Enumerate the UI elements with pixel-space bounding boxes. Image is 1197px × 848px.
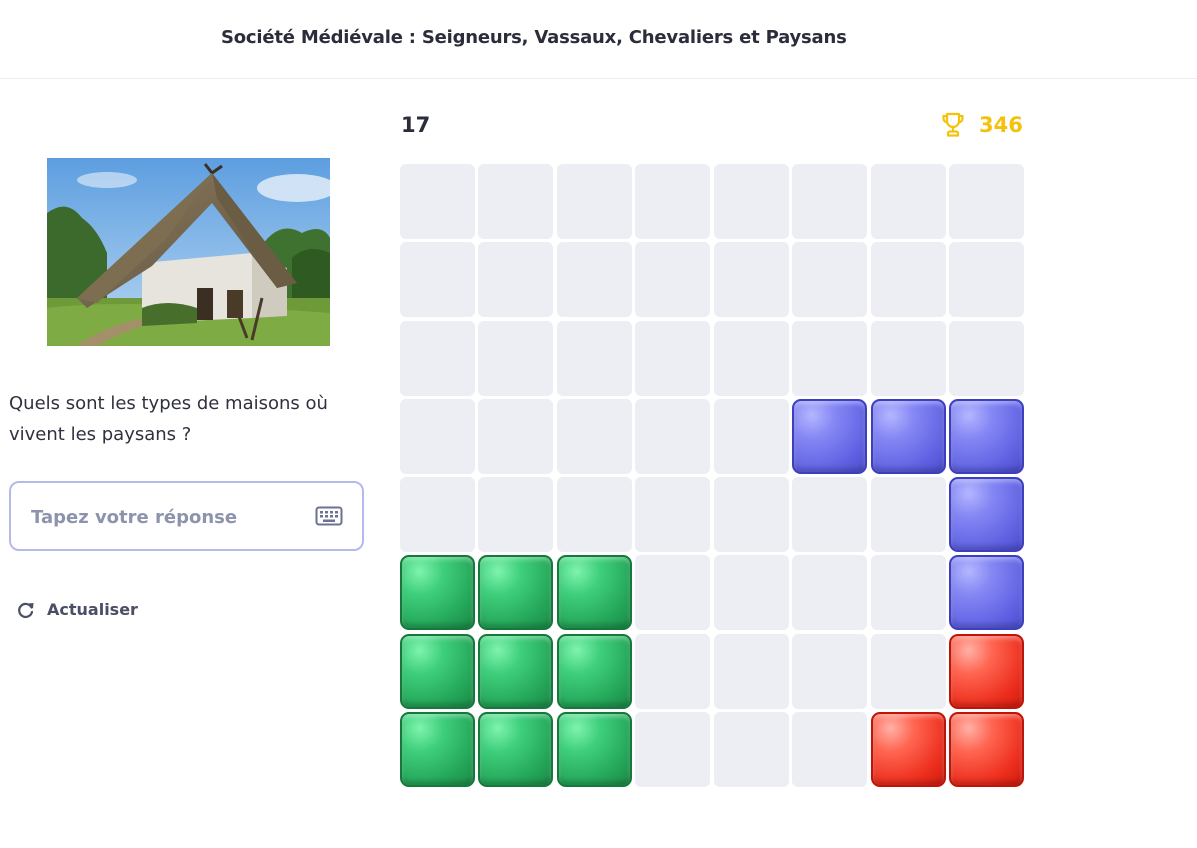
board-block-green[interactable] (400, 555, 475, 631)
page-title: Société Médiévale : Seigneurs, Vassaux, … (221, 27, 847, 48)
board-block-blue[interactable] (948, 398, 1024, 474)
keyboard-icon[interactable] (315, 505, 343, 527)
refresh-button[interactable]: Actualiser (17, 600, 138, 619)
board-cell-empty[interactable] (792, 242, 868, 318)
board-block-red[interactable] (948, 711, 1024, 787)
board-cell-empty[interactable] (556, 242, 632, 318)
board-block-green[interactable] (556, 555, 632, 631)
board-block-red[interactable] (948, 633, 1024, 709)
board-cell-empty[interactable] (478, 164, 554, 239)
board-cell-empty[interactable] (556, 477, 632, 553)
board-cell-empty[interactable] (713, 711, 789, 787)
board-cell-empty[interactable] (713, 320, 789, 396)
board-cell-empty[interactable] (948, 164, 1024, 239)
board-block-blue[interactable] (792, 398, 868, 474)
board-cell-empty[interactable] (478, 320, 554, 396)
board-block-red[interactable] (870, 711, 946, 787)
board-cell-empty[interactable] (870, 320, 946, 396)
board-cell-empty[interactable] (400, 320, 475, 396)
board-block-green[interactable] (478, 711, 554, 787)
board-cell-empty[interactable] (792, 320, 868, 396)
board-cell-empty[interactable] (792, 164, 868, 239)
question-text: Quels sont les types de maisons où viven… (9, 393, 328, 445)
board-cell-empty[interactable] (870, 242, 946, 318)
board-block-green[interactable] (556, 711, 632, 787)
board-cell-empty[interactable] (556, 164, 632, 239)
board-cell-empty[interactable] (635, 164, 711, 239)
board-block-blue[interactable] (948, 477, 1024, 553)
level-counter: 17 (401, 113, 431, 137)
board-cell-empty[interactable] (635, 242, 711, 318)
board-cell-empty[interactable] (556, 398, 632, 474)
board-cell-empty[interactable] (635, 320, 711, 396)
game-board[interactable] (400, 164, 1025, 788)
refresh-icon (18, 602, 34, 618)
board-block-green[interactable] (478, 633, 554, 709)
board-cell-empty[interactable] (400, 398, 475, 474)
board-cell-empty[interactable] (400, 477, 475, 553)
board-cell-empty[interactable] (713, 242, 789, 318)
score-display: 346 (941, 112, 1023, 138)
question-image (47, 158, 330, 346)
board-cell-empty[interactable] (870, 164, 946, 239)
answer-field[interactable] (9, 481, 364, 551)
answer-input[interactable] (31, 503, 301, 531)
board-block-green[interactable] (556, 633, 632, 709)
board-cell-empty[interactable] (948, 320, 1024, 396)
board-cell-empty[interactable] (792, 555, 868, 631)
board-cell-empty[interactable] (635, 633, 711, 709)
board-block-green[interactable] (478, 555, 554, 631)
board-block-green[interactable] (400, 633, 475, 709)
board-block-blue[interactable] (948, 555, 1024, 631)
board-cell-empty[interactable] (635, 555, 711, 631)
board-cell-empty[interactable] (478, 477, 554, 553)
board-block-green[interactable] (400, 711, 475, 787)
board-cell-empty[interactable] (870, 555, 946, 631)
thatched-house-photo (47, 158, 330, 346)
board-cell-empty[interactable] (792, 477, 868, 553)
board-cell-empty[interactable] (713, 398, 789, 474)
refresh-label: Actualiser (47, 600, 138, 619)
board-cell-empty[interactable] (713, 164, 789, 239)
board-cell-empty[interactable] (713, 477, 789, 553)
board-cell-empty[interactable] (635, 398, 711, 474)
board-cell-empty[interactable] (635, 477, 711, 553)
top-bar: Société Médiévale : Seigneurs, Vassaux, … (0, 0, 1197, 79)
board-cell-empty[interactable] (635, 711, 711, 787)
trophy-icon (942, 112, 964, 137)
board-cell-empty[interactable] (792, 711, 868, 787)
board-cell-empty[interactable] (948, 242, 1024, 318)
board-cell-empty[interactable] (870, 633, 946, 709)
board-cell-empty[interactable] (478, 398, 554, 474)
board-cell-empty[interactable] (792, 633, 868, 709)
board-cell-empty[interactable] (400, 164, 475, 239)
board-cell-empty[interactable] (713, 555, 789, 631)
board-cell-empty[interactable] (713, 633, 789, 709)
score-value: 346 (979, 113, 1023, 137)
board-cell-empty[interactable] (400, 242, 475, 318)
board-cell-empty[interactable] (556, 320, 632, 396)
board-block-blue[interactable] (870, 398, 946, 474)
board-cell-empty[interactable] (870, 477, 946, 553)
board-cell-empty[interactable] (478, 242, 554, 318)
